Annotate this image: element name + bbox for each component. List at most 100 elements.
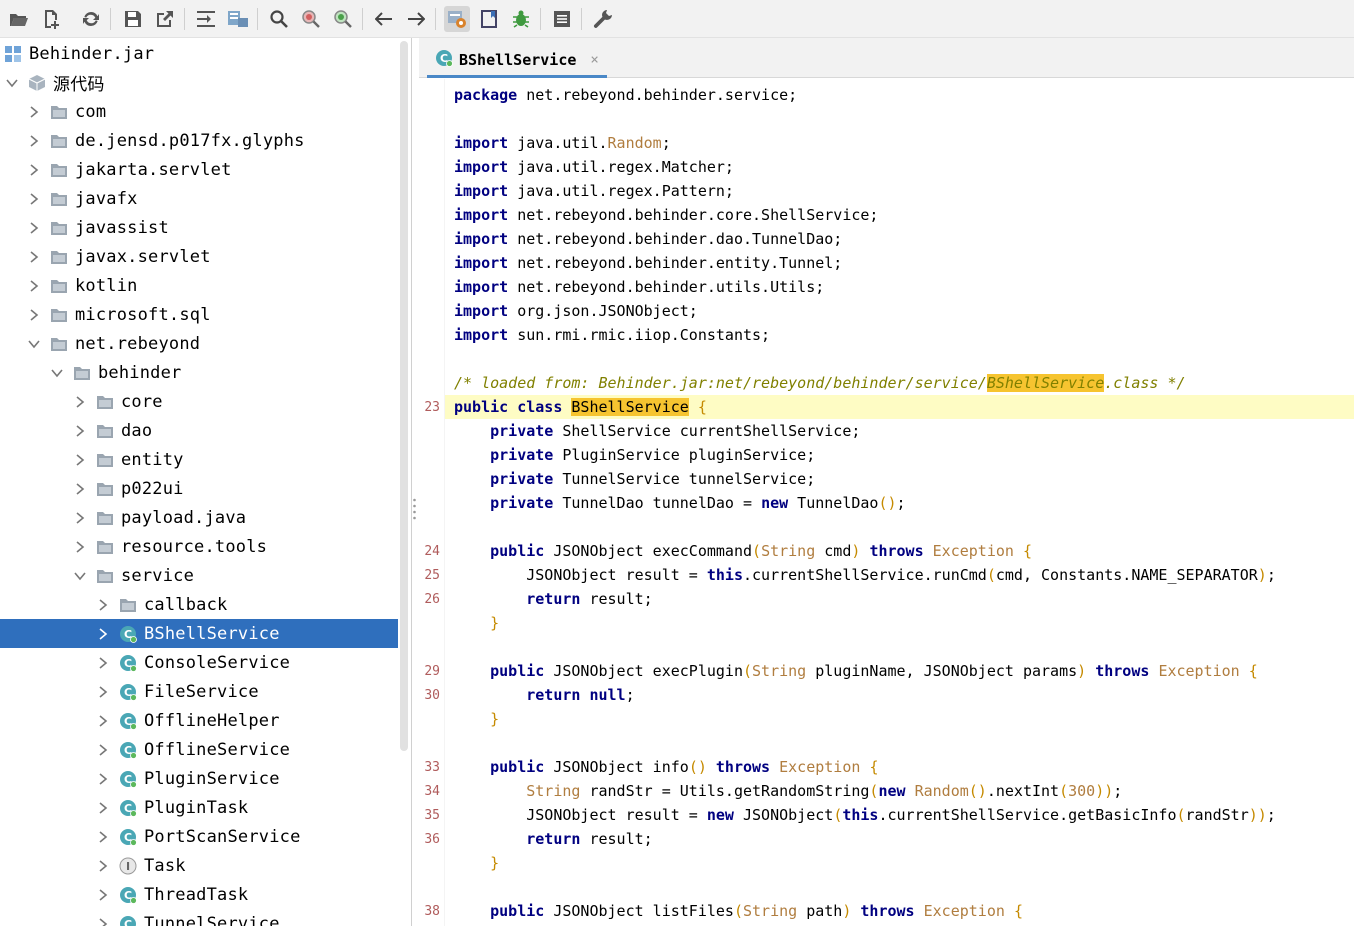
tree-item[interactable]: behinder <box>0 358 398 387</box>
code-line: private TunnelService tunnelService; <box>490 470 816 488</box>
tree-item[interactable]: service <box>0 561 398 590</box>
tree-item[interactable]: javassist <box>0 213 398 242</box>
tree-item[interactable]: de.jensd.p017fx.glyphs <box>0 126 398 155</box>
chevron-right-icon[interactable] <box>97 917 109 926</box>
log-icon[interactable] <box>549 6 575 32</box>
chevron-right-icon[interactable] <box>74 482 86 495</box>
chevron-right-icon[interactable] <box>97 656 109 669</box>
tree-item[interactable]: callback <box>0 590 398 619</box>
tree-item-label: PluginService <box>144 768 280 789</box>
chevron-right-icon[interactable] <box>28 221 40 234</box>
export-icon[interactable] <box>152 6 178 32</box>
tree-item[interactable]: kotlin <box>0 271 398 300</box>
search-icon[interactable] <box>266 6 292 32</box>
tree-item[interactable]: dao <box>0 416 398 445</box>
chevron-right-icon[interactable] <box>97 830 109 843</box>
tree-item[interactable]: C BShellService <box>0 619 398 648</box>
tree-item[interactable]: jakarta.servlet <box>0 155 398 184</box>
decompile-settings-icon[interactable] <box>444 6 470 32</box>
line-number: 24 <box>424 544 440 559</box>
chevron-right-icon[interactable] <box>97 772 109 785</box>
tree-item[interactable]: net.rebeyond <box>0 329 398 358</box>
tree-item[interactable]: entity <box>0 445 398 474</box>
chevron-right-icon[interactable] <box>97 859 109 872</box>
tree-item[interactable]: C ThreadTask <box>0 880 398 909</box>
chevron-right-icon[interactable] <box>97 714 109 727</box>
tree-item[interactable]: com <box>0 97 398 126</box>
chevron-right-icon[interactable] <box>97 888 109 901</box>
tree-item[interactable]: C FileService <box>0 677 398 706</box>
chevron-right-icon[interactable] <box>97 598 109 611</box>
code-line: return null; <box>526 686 635 704</box>
code-line: private TunnelDao tunnelDao = new Tunnel… <box>490 494 906 512</box>
chevron-right-icon[interactable] <box>28 308 40 321</box>
tree-item[interactable]: payload.java <box>0 503 398 532</box>
panel-splitter[interactable] <box>412 497 417 521</box>
chevron-right-icon[interactable] <box>28 250 40 263</box>
chevron-right-icon[interactable] <box>74 395 86 408</box>
tree-item[interactable]: C PluginService <box>0 764 398 793</box>
tree-item[interactable]: javax.servlet <box>0 242 398 271</box>
chevron-right-icon[interactable] <box>97 743 109 756</box>
tab-close-button[interactable]: × <box>590 52 598 68</box>
bookmark-icon[interactable] <box>476 6 502 32</box>
find-refs-icon[interactable] <box>330 6 356 32</box>
tree-item[interactable]: core <box>0 387 398 416</box>
forward-icon[interactable] <box>403 6 429 32</box>
chevron-right-icon[interactable] <box>28 279 40 292</box>
chevron-down-icon[interactable] <box>51 367 63 379</box>
chevron-right-icon[interactable] <box>97 801 109 814</box>
chevron-down-icon[interactable] <box>6 77 18 89</box>
tree-item[interactable]: resource.tools <box>0 532 398 561</box>
chevron-right-icon[interactable] <box>28 192 40 205</box>
open-folder-icon[interactable] <box>6 6 32 32</box>
chevron-right-icon[interactable] <box>28 134 40 147</box>
chevron-right-icon[interactable] <box>74 540 86 553</box>
tree-item-label: javax.servlet <box>75 246 211 267</box>
chevron-down-icon[interactable] <box>28 338 40 350</box>
structure-icon[interactable] <box>225 6 251 32</box>
refresh-icon[interactable] <box>78 6 104 32</box>
chevron-right-icon[interactable] <box>97 685 109 698</box>
tree-item[interactable]: I Task <box>0 851 398 880</box>
chevron-right-icon[interactable] <box>97 627 109 640</box>
tree-item[interactable]: C OfflineHelper <box>0 706 398 735</box>
tab-bshellservice[interactable]: C BShellService × <box>427 44 607 78</box>
chevron-down-icon[interactable] <box>74 570 86 582</box>
tree-item[interactable]: C PluginTask <box>0 793 398 822</box>
add-file-icon[interactable] <box>38 6 64 32</box>
tree-item[interactable]: C ConsoleService <box>0 648 398 677</box>
code-line: import net.rebeyond.behinder.dao.TunnelD… <box>454 230 843 248</box>
line-number: 38 <box>424 904 440 919</box>
tree-item[interactable]: C PortScanService <box>0 822 398 851</box>
tree-root-jar[interactable]: Behinder.jar <box>0 39 398 68</box>
chevron-right-icon[interactable] <box>28 105 40 118</box>
wrap-icon[interactable] <box>193 6 219 32</box>
tree-item[interactable]: microsoft.sql <box>0 300 398 329</box>
code-line: } <box>490 614 500 632</box>
tree-scrollbar[interactable] <box>400 41 408 751</box>
tree-item-label: ThreadTask <box>144 884 249 905</box>
tree-item[interactable]: C TunnelService <box>0 909 398 926</box>
tree-item-label: entity <box>121 449 184 470</box>
chevron-right-icon[interactable] <box>28 163 40 176</box>
tree-item[interactable]: javafx <box>0 184 398 213</box>
toolbar-separator <box>362 8 363 30</box>
save-icon[interactable] <box>120 6 146 32</box>
code-editor[interactable]: package net.rebeyond.behinder.service; im… <box>445 79 1354 926</box>
tree-item[interactable]: p022ui <box>0 474 398 503</box>
tree-source-node[interactable]: 源代码 <box>0 68 398 97</box>
bug-icon[interactable] <box>508 6 534 32</box>
chevron-right-icon[interactable] <box>74 453 86 466</box>
folder-icon <box>50 248 68 266</box>
wrench-icon[interactable] <box>590 6 616 32</box>
tree-item-label: FileService <box>144 681 259 702</box>
tree-item[interactable]: C OfflineService <box>0 735 398 764</box>
chevron-right-icon[interactable] <box>74 511 86 524</box>
back-icon[interactable] <box>371 6 397 32</box>
chevron-right-icon[interactable] <box>74 424 86 437</box>
find-usage-icon[interactable] <box>298 6 324 32</box>
code-line: /* loaded from: Behinder.jar:net/rebeyon… <box>454 374 1186 392</box>
